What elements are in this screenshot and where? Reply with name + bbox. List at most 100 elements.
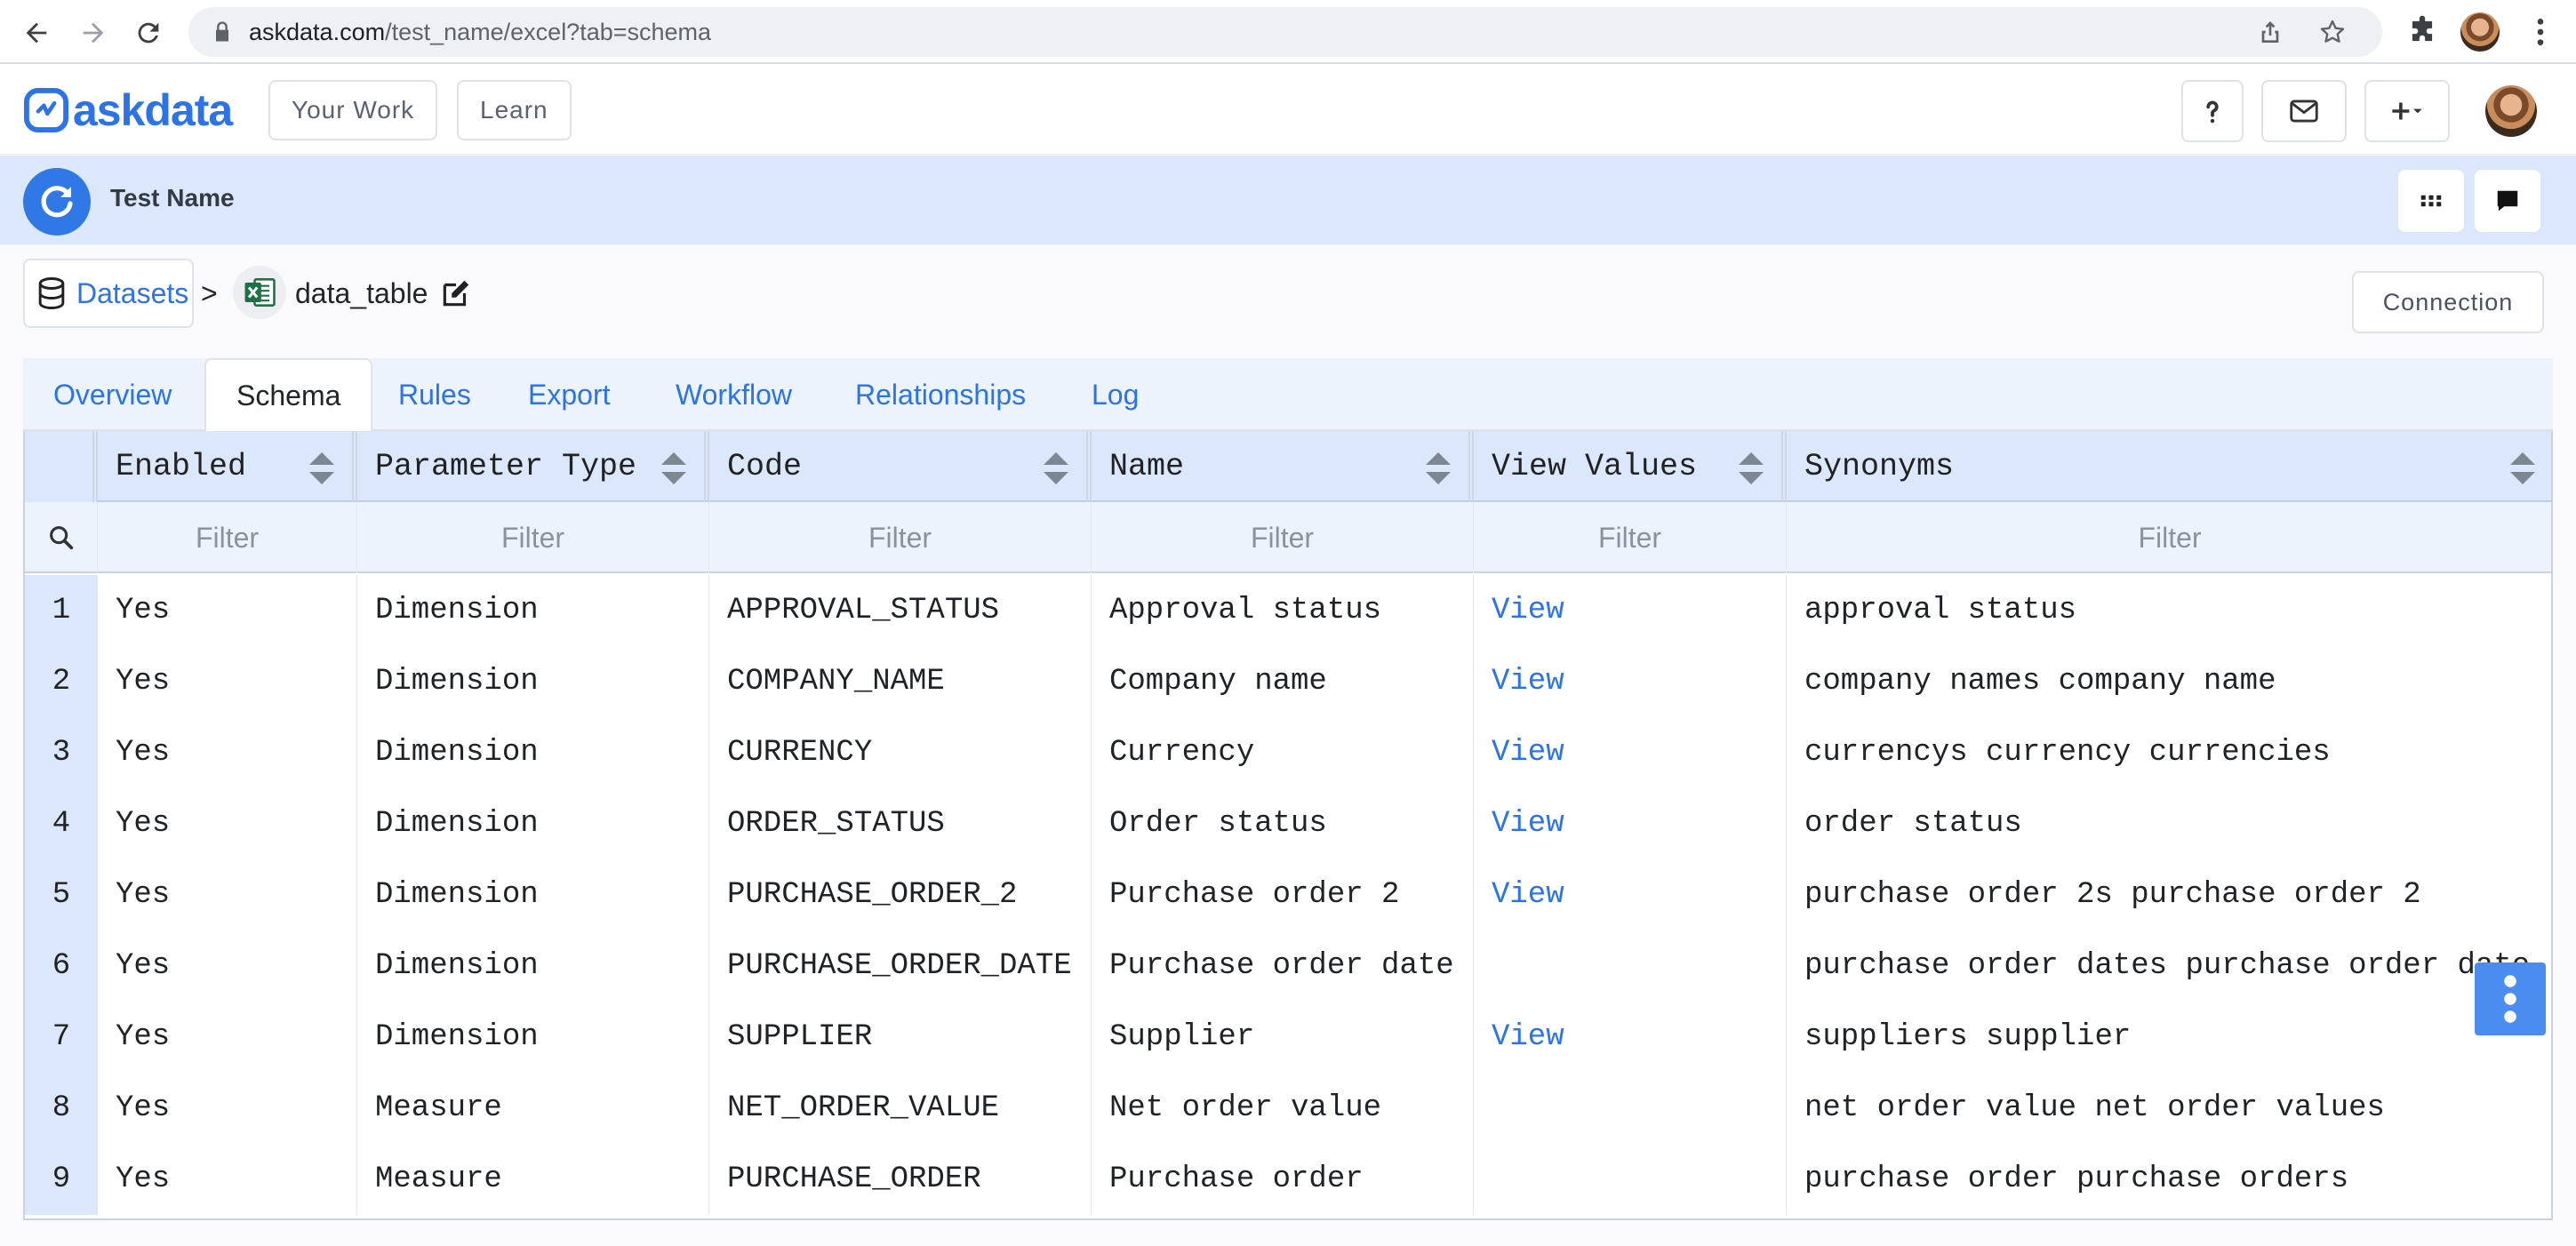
cell-parameter-type[interactable]: Dimension xyxy=(357,575,709,646)
cell-synonyms[interactable]: order status xyxy=(1787,788,2551,859)
sort-icon[interactable] xyxy=(2510,452,2535,484)
table-row[interactable]: 8 Yes Measure NET_ORDER_VALUE Net order valu… xyxy=(25,1073,2551,1144)
add-menu-button[interactable] xyxy=(2364,80,2450,142)
cell-view-link[interactable]: View xyxy=(1474,646,1787,717)
cell-synonyms[interactable]: company names company name xyxy=(1787,646,2551,717)
star-icon[interactable] xyxy=(2318,18,2347,46)
sort-icon[interactable] xyxy=(1426,452,1451,484)
cell-name[interactable]: Currency xyxy=(1092,717,1474,788)
cell-name[interactable]: Purchase order date xyxy=(1092,931,1474,1002)
browser-profile-avatar[interactable] xyxy=(2460,12,2500,52)
address-bar[interactable]: askdata.com/test_name/excel?tab=schema xyxy=(188,7,2382,57)
table-row[interactable]: 5 Yes Dimension PURCHASE_ORDER_2 Purchase or… xyxy=(25,859,2551,931)
table-row[interactable]: 4 Yes Dimension ORDER_STATUS Order status Vie… xyxy=(25,788,2551,859)
cell-enabled[interactable]: Yes xyxy=(98,788,357,859)
cell-code[interactable]: PURCHASE_ORDER_DATE xyxy=(709,931,1092,1002)
cell-name[interactable]: Order status xyxy=(1092,788,1474,859)
side-menu-button[interactable] xyxy=(2475,962,2546,1035)
cell-synonyms[interactable]: suppliers supplier xyxy=(1787,1002,2551,1073)
cell-parameter-type[interactable]: Measure xyxy=(357,1073,709,1144)
sort-icon[interactable] xyxy=(309,452,334,484)
cell-view-link[interactable]: View xyxy=(1474,788,1787,859)
cell-synonyms[interactable]: purchase order purchase orders xyxy=(1787,1144,2551,1215)
edit-icon[interactable] xyxy=(439,276,473,310)
cell-code[interactable]: PURCHASE_ORDER xyxy=(709,1144,1092,1215)
cell-synonyms[interactable]: net order value net order values xyxy=(1787,1073,2551,1144)
forward-button[interactable] xyxy=(71,11,116,55)
cell-name[interactable]: Net order value xyxy=(1092,1073,1474,1144)
cell-synonyms[interactable]: currencys currency currencies xyxy=(1787,717,2551,788)
cell-enabled[interactable]: Yes xyxy=(98,1002,357,1073)
cell-parameter-type[interactable]: Dimension xyxy=(357,859,709,931)
user-avatar[interactable] xyxy=(2485,85,2537,137)
cell-enabled[interactable]: Yes xyxy=(98,717,357,788)
tab-overview[interactable]: Overview xyxy=(23,358,202,431)
cell-enabled[interactable]: Yes xyxy=(98,1144,357,1215)
table-row[interactable]: 7 Yes Dimension SUPPLIER Supplier View supplie… xyxy=(25,1002,2551,1073)
filter-synonyms-input[interactable]: Filter xyxy=(1787,502,2551,573)
column-header-parameter-type[interactable]: Parameter Type xyxy=(357,431,709,502)
back-button[interactable] xyxy=(14,11,59,55)
filter-parameter-type-input[interactable]: Filter xyxy=(357,502,709,573)
cell-name[interactable]: Approval status xyxy=(1092,575,1474,646)
cell-name[interactable]: Company name xyxy=(1092,646,1474,717)
datasets-link[interactable]: Datasets xyxy=(76,277,188,310)
filter-view-values-input[interactable]: Filter xyxy=(1474,502,1787,573)
cell-code[interactable]: NET_ORDER_VALUE xyxy=(709,1073,1092,1144)
cell-code[interactable]: APPROVAL_STATUS xyxy=(709,575,1092,646)
cell-parameter-type[interactable]: Dimension xyxy=(357,1002,709,1073)
tab-schema[interactable]: Schema xyxy=(204,358,373,433)
nav-your-work-button[interactable]: Your Work xyxy=(268,80,438,140)
sort-icon[interactable] xyxy=(1739,452,1764,484)
cell-code[interactable]: PURCHASE_ORDER_2 xyxy=(709,859,1092,931)
help-button[interactable] xyxy=(2181,80,2244,142)
share-icon[interactable] xyxy=(2256,18,2284,46)
cell-code[interactable]: CURRENCY xyxy=(709,717,1092,788)
reload-button[interactable] xyxy=(126,11,171,55)
cell-view-link[interactable]: View xyxy=(1474,717,1787,788)
filter-code-input[interactable]: Filter xyxy=(709,502,1092,573)
cell-enabled[interactable]: Yes xyxy=(98,646,357,717)
cell-enabled[interactable]: Yes xyxy=(98,575,357,646)
cell-synonyms[interactable]: purchase order 2s purchase order 2 xyxy=(1787,859,2551,931)
connection-button[interactable]: Connection xyxy=(2352,271,2544,333)
cell-view-link[interactable]: View xyxy=(1474,575,1787,646)
cell-code[interactable]: SUPPLIER xyxy=(709,1002,1092,1073)
sort-icon[interactable] xyxy=(1044,452,1068,484)
cell-enabled[interactable]: Yes xyxy=(98,931,357,1002)
breadcrumb-datasets[interactable]: Datasets xyxy=(23,259,194,328)
table-row[interactable]: 9 Yes Measure PURCHASE_ORDER Purchase order p… xyxy=(25,1144,2551,1215)
table-row[interactable]: 6 Yes Dimension PURCHASE_ORDER_DATE Purchase… xyxy=(25,931,2551,1002)
cell-name[interactable]: Supplier xyxy=(1092,1002,1474,1073)
puzzle-icon[interactable] xyxy=(2405,14,2439,48)
cell-view-link[interactable]: View xyxy=(1474,859,1787,931)
filter-name-input[interactable]: Filter xyxy=(1092,502,1474,573)
cell-parameter-type[interactable]: Measure xyxy=(357,1144,709,1215)
tab-workflow[interactable]: Workflow xyxy=(645,358,822,431)
table-row[interactable]: 1 Yes Dimension APPROVAL_STATUS Approval sta… xyxy=(25,575,2551,646)
column-header-code[interactable]: Code xyxy=(709,431,1092,502)
cell-code[interactable]: COMPANY_NAME xyxy=(709,646,1092,717)
nav-learn-button[interactable]: Learn xyxy=(457,80,572,140)
filter-enabled-input[interactable]: Filter xyxy=(98,502,357,573)
table-row[interactable]: 2 Yes Dimension COMPANY_NAME Company name Vie… xyxy=(25,646,2551,717)
column-header-name[interactable]: Name xyxy=(1092,431,1474,502)
cell-parameter-type[interactable]: Dimension xyxy=(357,646,709,717)
cell-name[interactable]: Purchase order 2 xyxy=(1092,859,1474,931)
tab-log[interactable]: Log xyxy=(1061,358,1169,431)
column-header-view-values[interactable]: View Values xyxy=(1474,431,1787,502)
cell-view-link[interactable]: View xyxy=(1474,1002,1787,1073)
kebab-icon[interactable] xyxy=(2523,14,2558,50)
cell-code[interactable]: ORDER_STATUS xyxy=(709,788,1092,859)
logo[interactable]: askdata xyxy=(23,85,233,135)
cell-synonyms[interactable]: purchase order dates purchase order date xyxy=(1787,931,2551,1002)
cell-enabled[interactable]: Yes xyxy=(98,859,357,931)
sort-icon[interactable] xyxy=(661,452,686,484)
tab-export[interactable]: Export xyxy=(498,358,640,431)
chat-button[interactable] xyxy=(2475,170,2540,232)
cell-parameter-type[interactable]: Dimension xyxy=(357,717,709,788)
table-row[interactable]: 3 Yes Dimension CURRENCY Currency View currenc… xyxy=(25,717,2551,788)
cell-parameter-type[interactable]: Dimension xyxy=(357,788,709,859)
column-header-synonyms[interactable]: Synonyms xyxy=(1787,431,2551,502)
cell-synonyms[interactable]: approval status xyxy=(1787,575,2551,646)
